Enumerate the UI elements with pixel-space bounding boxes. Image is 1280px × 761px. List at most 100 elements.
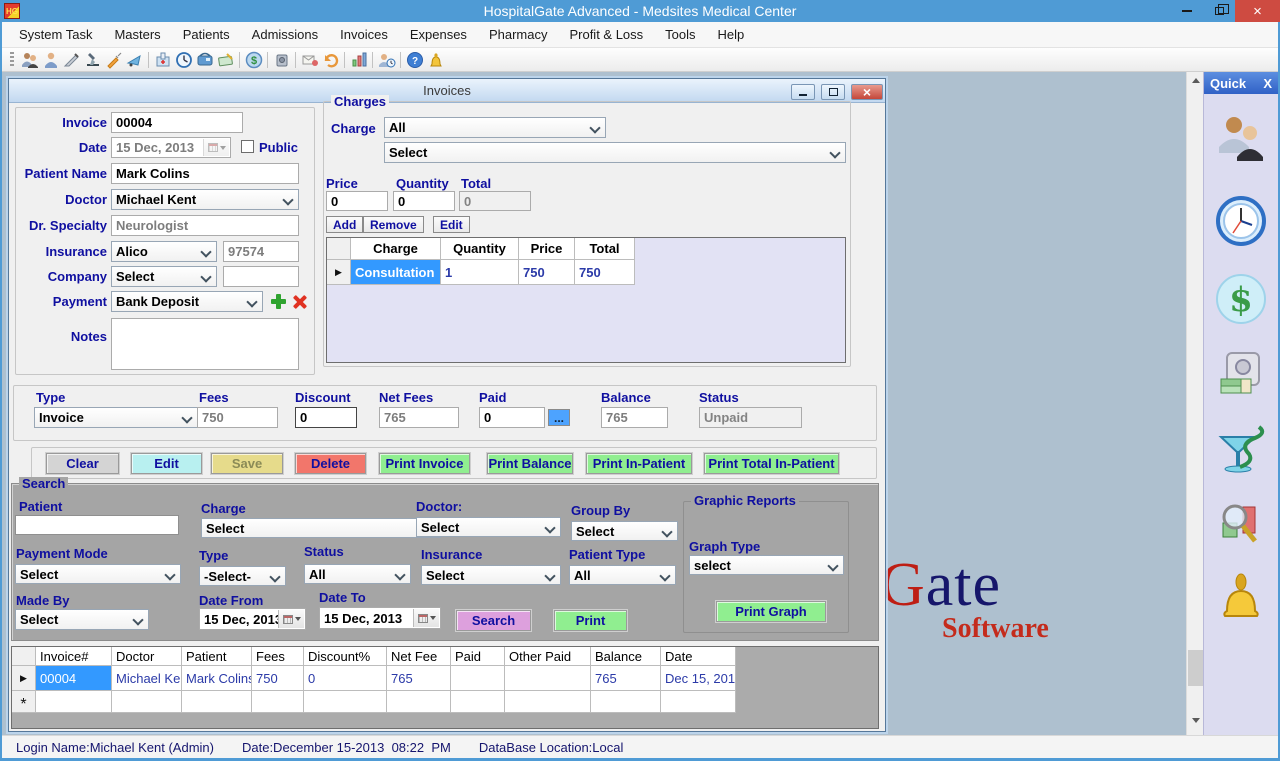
menu-help[interactable]: Help [707,22,756,47]
empty-cell[interactable] [112,691,182,713]
scalpel-icon[interactable] [61,50,82,70]
date-to-picker-icon[interactable] [413,609,439,627]
row-selector-icon[interactable] [327,260,351,285]
date-from-picker-icon[interactable] [278,610,304,628]
mail-icon[interactable] [299,50,320,70]
menu-tools[interactable]: Tools [654,22,706,47]
empty-cell[interactable] [451,691,505,713]
payment-note-icon[interactable] [215,50,236,70]
fees-cell[interactable]: 750 [252,666,304,691]
quick-close-icon[interactable]: X [1263,76,1272,91]
vertical-scrollbar[interactable] [1186,72,1203,735]
menu-invoices[interactable]: Invoices [329,22,399,47]
charge-cell[interactable]: Consultation [351,260,441,285]
date-from-field[interactable]: 15 Dec, 2013 [199,608,306,630]
patients-icon[interactable] [1214,112,1268,166]
discount-cell[interactable]: 0 [304,666,387,691]
print-button[interactable]: Print [554,610,627,631]
restore-button[interactable] [1203,0,1235,22]
patients-icon[interactable] [19,50,40,70]
date-cell[interactable]: Dec 15, 2013 [661,666,736,691]
scroll-up-icon[interactable] [1187,72,1204,89]
schedule-icon[interactable] [376,50,397,70]
company-number-field[interactable] [223,266,299,287]
bell-icon[interactable] [425,50,446,70]
search-charge-combo[interactable]: Select [201,518,441,538]
print-invoice-button[interactable]: Print Invoice [379,453,470,474]
charges-col-charge[interactable]: Charge [351,238,441,260]
made-by-combo[interactable]: Select [15,609,149,630]
total-cell[interactable]: 750 [575,260,635,285]
empty-cell[interactable] [304,691,387,713]
balance-cell[interactable]: 765 [591,666,661,691]
hospital-icon[interactable] [152,50,173,70]
phone-icon[interactable] [194,50,215,70]
close-button[interactable] [1235,0,1280,22]
invoice-date-field[interactable]: 15 Dec, 2013 [111,137,231,158]
child-maximize-button[interactable] [821,84,845,100]
col-discount[interactable]: Discount% [304,647,387,666]
microscope-icon[interactable] [82,50,103,70]
net-fee-cell[interactable]: 765 [387,666,451,691]
ambulance-icon[interactable] [124,50,145,70]
search-status-combo[interactable]: All [304,564,411,584]
scroll-down-icon[interactable] [1187,712,1204,729]
public-checkbox[interactable] [241,140,254,153]
delete-button[interactable]: Delete [295,453,366,474]
col-patient[interactable]: Patient [182,647,252,666]
dr-specialty-field[interactable]: Neurologist [111,215,299,236]
paid-field[interactable]: 0 [479,407,545,428]
print-graph-button[interactable]: Print Graph [716,601,826,622]
paid-browse-button[interactable]: ... [548,409,570,426]
help-icon[interactable]: ? [404,50,425,70]
clock-icon[interactable] [173,50,194,70]
graph-type-combo[interactable]: select [689,555,844,575]
menu-system-task[interactable]: System Task [8,22,103,47]
insurance-combo[interactable]: Alico [111,241,217,262]
menu-masters[interactable]: Masters [103,22,171,47]
company-combo[interactable]: Select [111,266,217,287]
patient-type-combo[interactable]: All [569,565,676,585]
edit-charge-button[interactable]: Edit [433,216,470,233]
patient-name-field[interactable]: Mark Colins [111,163,299,184]
col-other-paid[interactable]: Other Paid [505,647,591,666]
bell-icon[interactable] [1214,572,1268,626]
notes-field[interactable] [111,318,299,370]
remove-charge-button[interactable]: Remove [363,216,424,233]
safe-icon[interactable] [271,50,292,70]
charge-item-combo[interactable]: Select [384,142,846,163]
remove-payment-icon[interactable] [292,295,306,309]
quantity-cell[interactable]: 1 [441,260,519,285]
undo-icon[interactable] [320,50,341,70]
paid-cell[interactable] [451,666,505,691]
clear-button[interactable]: Clear [46,453,119,474]
group-by-combo[interactable]: Select [571,521,678,541]
invoice-no-cell[interactable]: 00004 [36,666,112,691]
discount-field[interactable]: 0 [295,407,357,428]
syringe-icon[interactable] [103,50,124,70]
child-close-button[interactable] [851,84,883,100]
search-patient-input[interactable] [15,515,179,535]
add-payment-icon[interactable] [271,294,286,309]
other-paid-cell[interactable] [505,666,591,691]
charges-col-price[interactable]: Price [519,238,575,260]
fees-field[interactable]: 750 [197,407,278,428]
col-doctor[interactable]: Doctor [112,647,182,666]
child-minimize-button[interactable] [791,84,815,100]
net-fees-field[interactable]: 765 [379,407,459,428]
menu-admissions[interactable]: Admissions [241,22,329,47]
row-selector-icon[interactable] [12,666,36,691]
empty-cell[interactable] [661,691,736,713]
reports-icon[interactable] [1214,498,1268,552]
menu-patients[interactable]: Patients [172,22,241,47]
search-button[interactable]: Search [456,610,531,631]
save-button[interactable]: Save [211,453,283,474]
menu-pharmacy[interactable]: Pharmacy [478,22,559,47]
empty-cell[interactable] [36,691,112,713]
search-doctor-combo[interactable]: Select [416,517,561,537]
charge-category-combo[interactable]: All [384,117,606,138]
edit-button[interactable]: Edit [131,453,202,474]
doctor-cell[interactable]: Michael Kent [112,666,182,691]
empty-cell[interactable] [182,691,252,713]
col-date[interactable]: Date [661,647,736,666]
